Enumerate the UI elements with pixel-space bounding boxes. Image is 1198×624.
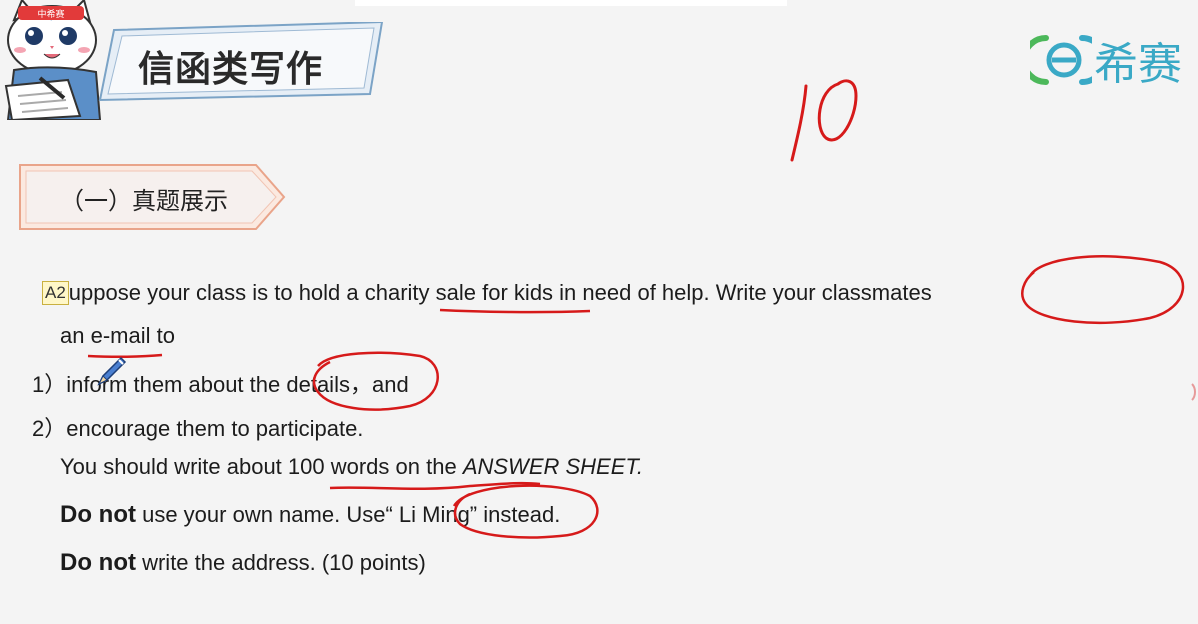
text-span: to <box>150 323 175 348</box>
charity-sale-text: charity sale <box>364 280 477 305</box>
prompt-line-1: A2 uppose your class is to hold a charity… <box>42 280 932 306</box>
xisai-logo: 希赛 <box>1030 32 1182 90</box>
edge-mark <box>1191 383 1196 401</box>
text-span: for kids in need of help. Write your <box>476 280 822 305</box>
classmates-text: classmates <box>821 280 932 305</box>
headband-text: 中希赛 <box>37 8 64 20</box>
prompt-line-6: Do not use your own name. Use“ Li Ming” … <box>60 501 560 529</box>
email-text: e-mail <box>90 323 151 348</box>
prompt-line-5: You should write about 100 words on the … <box>60 454 643 480</box>
logo-mark-icon <box>1030 35 1092 85</box>
page-title: 信函类写作 <box>138 49 324 90</box>
prompt-line-3: 1）inform them about the details，and <box>32 367 409 399</box>
text-span: 1）inform them about t <box>32 372 256 397</box>
text-span: instead. <box>477 502 561 527</box>
pencil-cursor-icon <box>97 356 127 386</box>
li-ming-text: “ Li Ming” <box>385 502 478 527</box>
circle-classmates <box>1021 255 1185 325</box>
details-text: he details <box>255 372 350 397</box>
prompt-line-4: 2）encourage them to participate. <box>32 416 364 441</box>
underline-charity-sale <box>439 308 591 314</box>
answer-sheet-text: ANSWER SHEET. <box>462 454 643 479</box>
text-span: uppose your class is to hold a <box>68 280 365 305</box>
text-span: You should write about 100 words on the <box>60 454 463 479</box>
prompt-line-2: an e-mail to <box>60 323 175 349</box>
section-label: （一）真题展示 <box>60 187 228 215</box>
text-span: write the address. (10 points) <box>135 550 426 575</box>
text-span: ，and <box>349 372 409 397</box>
prompt-line-7: Do not write the address. (10 points) <box>60 549 426 577</box>
top-strip <box>355 0 787 6</box>
text-span: use your own name. Use <box>135 502 386 527</box>
handwritten-one <box>790 84 808 162</box>
handwritten-zero <box>817 79 858 142</box>
logo-text: 希赛 <box>1094 39 1182 90</box>
do-not-text: Do not <box>60 549 136 576</box>
a2-badge: A2 <box>42 281 69 305</box>
text-span: an <box>60 323 91 348</box>
underline-100-words <box>329 481 541 490</box>
do-not-text: Do not <box>60 501 136 528</box>
